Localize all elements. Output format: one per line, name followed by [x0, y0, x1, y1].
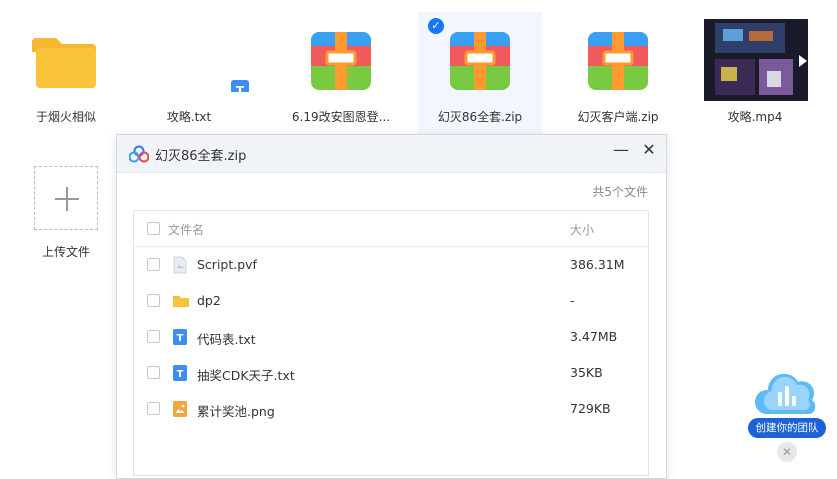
- list-item[interactable]: T 抽奖CDK天子.txt 35KB: [134, 355, 648, 391]
- zip-archive-icon: [450, 32, 510, 90]
- file-size: 3.47MB: [570, 329, 618, 344]
- file-name: 代码表.txt: [197, 332, 256, 347]
- upload-button[interactable]: [34, 166, 98, 230]
- row-checkbox[interactable]: [147, 402, 160, 415]
- file-tile-zip[interactable]: 幻灭客户端.zip: [556, 12, 680, 134]
- list-header: 文件名 大小: [134, 211, 648, 247]
- file-name: Script.pvf: [197, 257, 257, 272]
- close-button[interactable]: ✕: [637, 139, 661, 161]
- column-header-size[interactable]: 大小: [570, 221, 594, 238]
- file-size: 386.31M: [570, 257, 625, 272]
- create-team-widget[interactable]: 创建你的团队: [746, 364, 828, 444]
- file-name: 攻略.txt: [166, 110, 212, 124]
- file-tile-folder[interactable]: 于烟火相似: [4, 12, 128, 134]
- file-name: 累计奖池.png: [197, 404, 275, 419]
- column-header-name[interactable]: 文件名: [168, 221, 204, 238]
- upload-label: 上传文件: [41, 245, 90, 259]
- txt-doc-icon: T: [231, 80, 249, 92]
- file-tile-zip-selected[interactable]: ✓ 幻灭86全套.zip: [418, 12, 542, 134]
- file-tile-video[interactable]: 攻略.mp4: [693, 12, 817, 134]
- select-all-checkbox[interactable]: [147, 222, 160, 235]
- dialog-header: 幻灭86全套.zip — ✕: [117, 135, 666, 173]
- svg-text:T: T: [236, 84, 245, 92]
- file-name: 幻灭客户端.zip: [577, 110, 659, 124]
- list-item[interactable]: dp2 -: [134, 283, 648, 319]
- file-name: 6.19改安图恩登...: [291, 110, 391, 124]
- svg-text:T: T: [177, 333, 184, 344]
- plus-icon-vertical: [66, 187, 68, 211]
- file-size: 35KB: [570, 365, 603, 380]
- row-checkbox[interactable]: [147, 330, 160, 343]
- row-checkbox[interactable]: [147, 366, 160, 379]
- file-tile-txt[interactable]: T 攻略.txt: [127, 12, 251, 134]
- create-team-label[interactable]: 创建你的团队: [748, 418, 826, 438]
- file-size: 729KB: [570, 401, 611, 416]
- archive-preview-dialog: 幻灭86全套.zip — ✕ 共5个文件 文件名 大小 Script.pvf 3…: [116, 134, 667, 479]
- folder-icon: [173, 296, 189, 307]
- file-count: 共5个文件: [592, 185, 648, 199]
- baidu-cloud-logo-icon: [129, 145, 149, 163]
- list-item[interactable]: 累计奖池.png 729KB: [134, 391, 648, 427]
- file-size: -: [570, 293, 575, 308]
- cloud-chart-icon: [754, 373, 816, 414]
- folder-icon: [32, 38, 96, 88]
- file-tile-zip[interactable]: 6.19改安图恩登...: [279, 12, 403, 134]
- list-item[interactable]: T 代码表.txt 3.47MB: [134, 319, 648, 355]
- list-item[interactable]: Script.pvf 386.31M: [134, 247, 648, 283]
- close-widget-button[interactable]: ✕: [777, 442, 797, 462]
- file-browser: 于烟火相似 T 攻略.txt 6.19改安图恩登... ✓ 幻灭86全套.zip…: [0, 0, 837, 479]
- svg-text:T: T: [177, 369, 184, 380]
- row-checkbox[interactable]: [147, 294, 160, 307]
- image-file-icon: [173, 401, 187, 417]
- video-thumbnail-icon: [704, 19, 808, 101]
- file-name: 抽奖CDK天子.txt: [197, 368, 295, 383]
- txt-doc-icon: T: [173, 365, 187, 381]
- file-name: 幻灭86全套.zip: [437, 110, 523, 124]
- txt-doc-icon: T: [173, 329, 187, 345]
- file-name: 于烟火相似: [35, 110, 96, 124]
- file-name: 攻略.mp4: [727, 110, 783, 124]
- file-name: dp2: [197, 293, 221, 308]
- row-checkbox[interactable]: [147, 258, 160, 271]
- zip-archive-icon: [311, 32, 371, 90]
- archive-file-list: 文件名 大小 Script.pvf 386.31M dp2 - T 代码表.tx…: [133, 210, 649, 476]
- zip-archive-icon: [588, 32, 648, 90]
- generic-file-icon: [173, 256, 187, 274]
- minimize-button[interactable]: —: [609, 139, 633, 161]
- dialog-title: 幻灭86全套.zip: [155, 149, 247, 164]
